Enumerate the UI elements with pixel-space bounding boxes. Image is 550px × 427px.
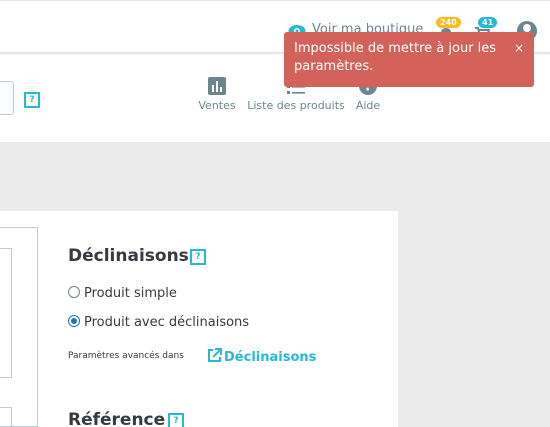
variants-title: Déclinaisons — [68, 246, 189, 266]
error-toast: Impossible de mettre à jour les paramètr… — [284, 32, 534, 87]
description-editor[interactable] — [0, 248, 12, 378]
product-name-input[interactable] — [0, 81, 14, 115]
toast-message: Impossible de mettre à jour les paramètr… — [294, 41, 497, 74]
external-link-icon — [208, 348, 222, 362]
radio-unchecked-icon[interactable] — [68, 286, 80, 298]
combinations-link-label: Déclinaisons — [224, 350, 317, 365]
help-label: Aide — [355, 99, 381, 112]
radio-checked-icon[interactable] — [68, 315, 80, 327]
combinations-product-radio[interactable]: Produit avec déclinaisons — [68, 315, 249, 330]
variants-help-icon[interactable]: ? — [190, 249, 206, 265]
sales-button[interactable]: Ventes — [196, 76, 238, 112]
bar-chart-icon — [208, 77, 226, 95]
close-icon[interactable]: × — [514, 41, 524, 55]
combinations-link[interactable]: Déclinaisons — [207, 348, 316, 365]
help-icon[interactable]: ? — [24, 92, 40, 108]
reference-help-icon[interactable]: ? — [168, 413, 184, 427]
orders-count-badge: 240 — [436, 17, 461, 28]
products-list-label: Liste des produits — [247, 99, 345, 112]
simple-product-label: Produit simple — [84, 286, 177, 301]
advanced-settings-label: Paramètres avancés dans — [68, 351, 184, 361]
customers-count-badge: 41 — [478, 17, 498, 28]
sales-label: Ventes — [198, 99, 236, 112]
combinations-product-label: Produit avec déclinaisons — [84, 315, 250, 330]
reference-title: Référence — [68, 410, 166, 427]
summary-editor[interactable] — [0, 407, 12, 427]
simple-product-radio[interactable]: Produit simple — [68, 286, 177, 301]
